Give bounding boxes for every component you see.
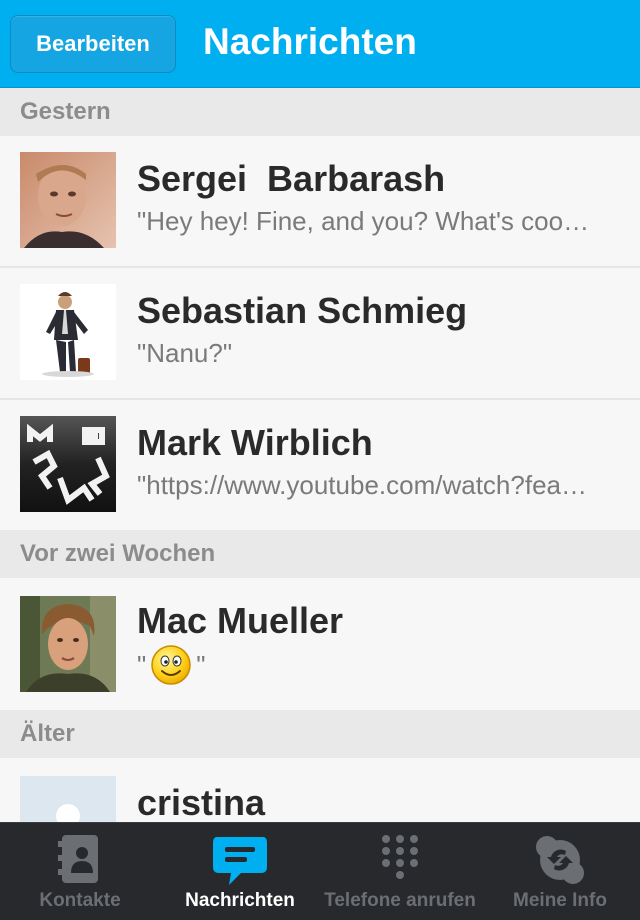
- conversation-row[interactable]: cristina: [0, 758, 640, 822]
- tab-label: Kontakte: [39, 890, 121, 911]
- chat-bubble-icon: [213, 837, 267, 885]
- tab-bar: Kontakte Nachrichten Telefone anrufen Me…: [0, 822, 640, 920]
- navigation-bar: Bearbeiten Nachrichten: [0, 0, 640, 88]
- tab-label: Meine Info: [513, 890, 607, 911]
- message-preview: "Nanu?": [137, 338, 233, 368]
- tab-kontakte[interactable]: Kontakte: [0, 823, 160, 920]
- tab-meine-info[interactable]: Meine Info: [480, 823, 640, 920]
- avatar: [20, 284, 116, 380]
- contact-name: Mac Mueller: [137, 600, 344, 641]
- quote-close: ": [196, 649, 206, 680]
- dialpad-icon: [382, 835, 418, 879]
- contact-name: Sebastian Schmieg: [137, 290, 468, 331]
- avatar: [20, 416, 116, 512]
- tab-label: Telefone anrufen: [324, 890, 476, 911]
- skype-sync-icon: [536, 836, 584, 884]
- message-preview: "https://www.youtube.com/watch?fea…: [137, 470, 587, 500]
- conversation-row[interactable]: Sebastian Schmieg "Nanu?": [0, 268, 640, 400]
- default-avatar-icon: [20, 776, 116, 822]
- contact-name: Sergei Barbarash: [137, 158, 446, 199]
- conversation-row[interactable]: Sergei Barbarash "Hey hey! Fine, and you…: [0, 136, 640, 268]
- tab-nachrichten[interactable]: Nachrichten: [160, 823, 320, 920]
- page-title: Nachrichten: [203, 21, 417, 62]
- section-header-aelter: Älter: [0, 710, 640, 758]
- avatar: [20, 152, 116, 248]
- avatar: [20, 596, 116, 692]
- contact-name: Mark Wirblich: [137, 422, 373, 463]
- smiley-icon: [151, 645, 191, 685]
- tab-telefone-anrufen[interactable]: Telefone anrufen: [320, 823, 480, 920]
- message-preview: " ": [137, 644, 632, 686]
- tab-label: Nachrichten: [185, 890, 295, 911]
- contacts-icon: [58, 835, 98, 883]
- message-preview: "Hey hey! Fine, and you? What's coo…: [137, 206, 590, 236]
- quote-open: ": [137, 649, 147, 680]
- section-header-gestern: Gestern: [0, 88, 640, 136]
- conversation-row[interactable]: Mac Mueller " ": [0, 578, 640, 708]
- contact-name: cristina: [137, 782, 266, 822]
- section-header-vor-zwei-wochen: Vor zwei Wochen: [0, 530, 640, 578]
- conversation-row[interactable]: Mark Wirblich "https://www.youtube.com/w…: [0, 400, 640, 528]
- edit-button[interactable]: Bearbeiten: [10, 15, 176, 73]
